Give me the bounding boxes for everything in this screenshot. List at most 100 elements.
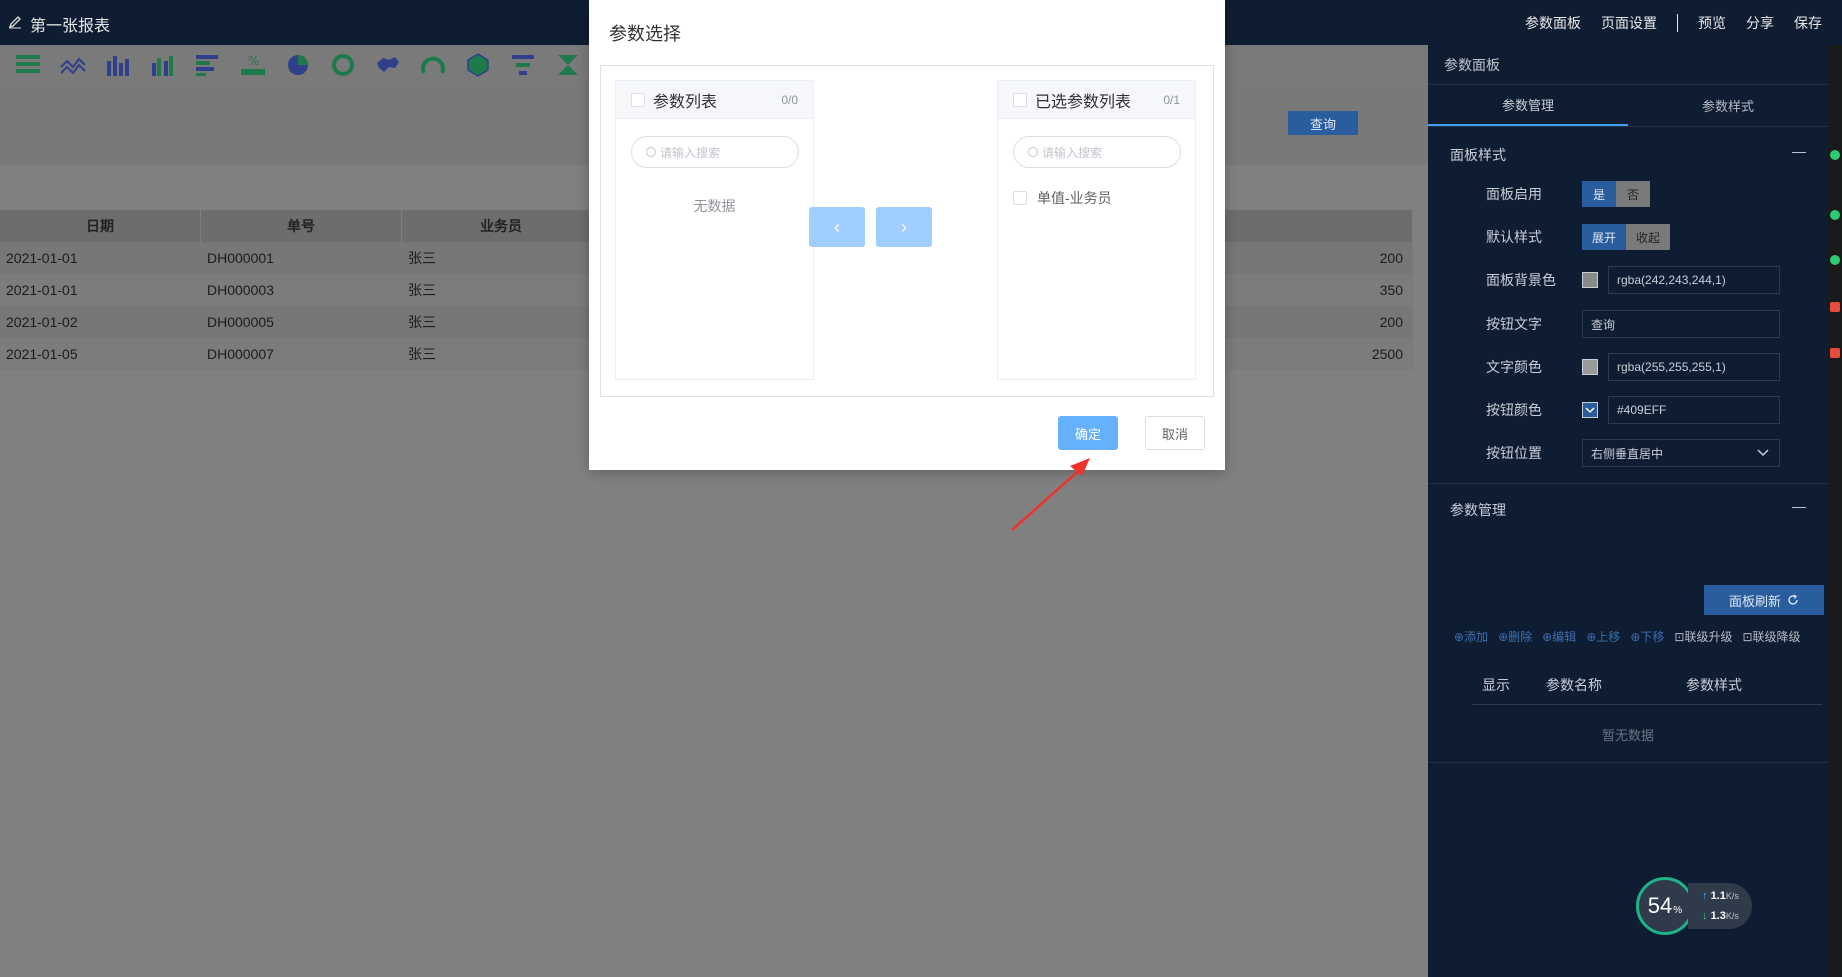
cancel-button[interactable]: 取消 xyxy=(1145,416,1205,450)
section-title-panel-style: 面板样式 xyxy=(1450,147,1506,163)
cell-date: 2021-01-05 xyxy=(6,346,78,362)
default-style-toggle[interactable]: 展开 收起 xyxy=(1582,224,1670,250)
edit-button[interactable]: ⊕编辑 xyxy=(1542,628,1576,645)
panel-refresh-button[interactable]: 面板刷新 xyxy=(1704,585,1824,615)
percent-bar-icon[interactable]: % xyxy=(239,51,267,79)
cascade-up-button[interactable]: ⊡联级升级 xyxy=(1674,628,1732,645)
horizontal-bar-icon[interactable] xyxy=(194,51,222,79)
collapse-icon[interactable]: — xyxy=(1792,143,1806,159)
donut-chart-icon[interactable] xyxy=(329,51,357,79)
transfer-box: 参数列表 0/0 请输入搜索 无数据 ‹ › 已选参数列表 0/1 请输入搜索 xyxy=(600,65,1214,397)
color-swatch[interactable] xyxy=(1582,402,1598,418)
tool-label: 添加 xyxy=(1464,630,1489,644)
menu-param-panel[interactable]: 参数面板 xyxy=(1525,13,1581,33)
target-list-header: 已选参数列表 0/1 xyxy=(998,81,1195,119)
chevron-down-icon xyxy=(1757,449,1769,457)
search-placeholder: 请输入搜索 xyxy=(1042,145,1103,160)
header-salesperson-label: 业务员 xyxy=(480,218,522,234)
field-button-color: 按钮颜色 #409EFF xyxy=(1486,396,1780,424)
field-label: 面板启用 xyxy=(1486,186,1542,202)
radar-chart-icon[interactable] xyxy=(464,51,492,79)
upload-arrow-icon: ↑ xyxy=(1702,890,1708,902)
menu-page-settings[interactable]: 页面设置 xyxy=(1601,13,1657,33)
speed-readout: ↑ 1.1K/s ↓ 1.3K/s xyxy=(1688,883,1752,929)
field-text-color: 文字颜色 rgba(255,255,255,1) xyxy=(1486,353,1780,381)
cascade-down-button[interactable]: ⊡联级降级 xyxy=(1742,628,1800,645)
toggle-no[interactable]: 否 xyxy=(1616,181,1650,207)
confirm-button[interactable]: 确定 xyxy=(1058,416,1118,450)
top-menu: 参数面板 页面设置 预览 分享 保存 xyxy=(1525,13,1842,33)
color-swatch[interactable] xyxy=(1582,272,1598,288)
source-search-input[interactable]: 请输入搜索 xyxy=(631,136,799,168)
list-item[interactable]: 单值-业务员 xyxy=(1013,188,1112,208)
green-status-icon[interactable] xyxy=(1830,150,1840,160)
bg-color-input[interactable]: rgba(242,243,244,1) xyxy=(1608,266,1780,294)
report-title: 第一张报表 xyxy=(8,12,110,36)
text-color-input[interactable]: rgba(255,255,255,1) xyxy=(1608,353,1780,381)
field-button-text: 按钮文字 查询 xyxy=(1486,310,1780,338)
bar-chart-icon[interactable] xyxy=(104,51,132,79)
collapse-icon[interactable]: — xyxy=(1792,498,1806,514)
button-position-select[interactable]: 右侧垂直居中 xyxy=(1582,439,1780,467)
green-status-icon[interactable] xyxy=(1830,255,1840,265)
enable-toggle[interactable]: 是 否 xyxy=(1582,181,1650,207)
tab-param-style[interactable]: 参数样式 xyxy=(1628,85,1828,126)
upload-speed: ↑ 1.1K/s xyxy=(1702,886,1752,906)
cell-salesperson-text: 张三 xyxy=(408,314,436,330)
move-right-button[interactable]: › xyxy=(876,207,932,247)
select-all-checkbox[interactable] xyxy=(631,92,645,107)
toggle-yes[interactable]: 是 xyxy=(1582,181,1616,207)
menu-save[interactable]: 保存 xyxy=(1794,13,1822,33)
button-color-input[interactable]: #409EFF xyxy=(1608,396,1780,424)
hourglass-chart-icon[interactable] xyxy=(554,51,582,79)
funnel-chart-icon[interactable] xyxy=(509,51,537,79)
header-order-no[interactable]: 单号 xyxy=(201,210,402,242)
field-default-style: 默认样式 展开 收起 xyxy=(1486,224,1670,250)
red-app-icon[interactable] xyxy=(1830,302,1840,312)
add-button[interactable]: ⊕添加 xyxy=(1454,628,1488,645)
cell-date: 2021-01-01 xyxy=(6,282,78,298)
cell-amount: 200 xyxy=(1379,250,1403,266)
chevron-right-icon: › xyxy=(901,216,907,237)
tool-label: 联级升级 xyxy=(1684,630,1733,644)
edit-icon[interactable] xyxy=(8,15,22,34)
gauge-chart-icon[interactable] xyxy=(419,51,447,79)
move-up-button[interactable]: ⊕上移 xyxy=(1586,628,1620,645)
network-monitor-widget[interactable]: 54% ↑ 1.1K/s ↓ 1.3K/s xyxy=(1636,877,1752,935)
source-list-panel: 参数列表 0/0 请输入搜索 无数据 xyxy=(615,80,814,380)
rate-unit: K/s xyxy=(1725,891,1739,901)
map-chart-icon[interactable] xyxy=(374,51,402,79)
download-speed: ↓ 1.3K/s xyxy=(1702,906,1752,926)
cpu-percent: 54 xyxy=(1647,893,1673,918)
menu-share[interactable]: 分享 xyxy=(1746,13,1774,33)
pie-chart-icon[interactable] xyxy=(284,51,312,79)
color-swatch[interactable] xyxy=(1582,359,1598,375)
menu-preview[interactable]: 预览 xyxy=(1698,13,1726,33)
target-count: 0/1 xyxy=(1163,92,1180,107)
toggle-collapse[interactable]: 收起 xyxy=(1626,224,1670,250)
download-arrow-icon: ↓ xyxy=(1702,910,1708,922)
search-icon xyxy=(646,147,656,157)
select-all-checkbox[interactable] xyxy=(1013,92,1027,107)
header-date[interactable]: 日期 xyxy=(0,210,201,242)
tab-param-manage[interactable]: 参数管理 xyxy=(1428,85,1628,126)
cell-salesperson-text: 张三 xyxy=(408,346,436,362)
line-chart-icon[interactable] xyxy=(59,51,87,79)
button-text-input[interactable]: 查询 xyxy=(1582,310,1780,338)
move-left-button[interactable]: ‹ xyxy=(809,207,865,247)
source-list-title: 参数列表 xyxy=(653,93,718,111)
green-status-icon[interactable] xyxy=(1830,210,1840,220)
toggle-expand[interactable]: 展开 xyxy=(1582,224,1626,250)
table-chart-icon[interactable] xyxy=(14,51,42,79)
cell-amount: 2500 xyxy=(1371,346,1403,362)
delete-button[interactable]: ⊕删除 xyxy=(1498,628,1532,645)
field-label: 面板背景色 xyxy=(1486,272,1556,288)
select-value: 右侧垂直居中 xyxy=(1591,446,1664,461)
item-checkbox[interactable] xyxy=(1013,191,1027,205)
move-down-button[interactable]: ⊕下移 xyxy=(1630,628,1664,645)
param-table-header: 显示 参数名称 参数样式 xyxy=(1472,665,1822,705)
grouped-bar-icon[interactable] xyxy=(149,51,177,79)
query-button[interactable]: 查询 xyxy=(1288,111,1358,135)
red-app-icon[interactable] xyxy=(1830,348,1840,358)
target-search-input[interactable]: 请输入搜索 xyxy=(1013,136,1181,168)
